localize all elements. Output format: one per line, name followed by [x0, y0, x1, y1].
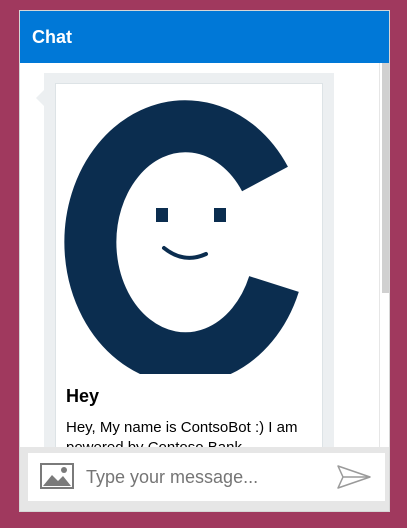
bubble-tail: [36, 90, 44, 106]
input-box: [28, 453, 385, 501]
scrollbar[interactable]: [379, 63, 389, 447]
contoso-logo: [56, 84, 322, 385]
chat-title: Chat: [32, 27, 72, 47]
chat-window: Chat Hey Hey, My name is ContsoBot :) I …: [19, 10, 390, 512]
card-title: Hey: [66, 386, 100, 406]
message-input[interactable]: [86, 463, 326, 491]
input-bar: [20, 447, 389, 511]
image-icon[interactable]: [40, 463, 74, 491]
hero-card: Hey Hey, My name is ContsoBot :) I am po…: [55, 83, 323, 447]
chat-header: Chat: [20, 11, 389, 63]
logo-smile: [162, 246, 208, 260]
message-history[interactable]: Hey Hey, My name is ContsoBot :) I am po…: [20, 63, 389, 447]
logo-right-eye: [214, 208, 226, 222]
scrollbar-thumb[interactable]: [382, 63, 389, 293]
card-text: Hey, My name is ContsoBot :) I am powere…: [66, 419, 298, 447]
bot-message-bubble: Hey Hey, My name is ContsoBot :) I am po…: [44, 73, 334, 447]
logo-left-eye: [156, 208, 168, 222]
send-icon[interactable]: [336, 463, 372, 491]
